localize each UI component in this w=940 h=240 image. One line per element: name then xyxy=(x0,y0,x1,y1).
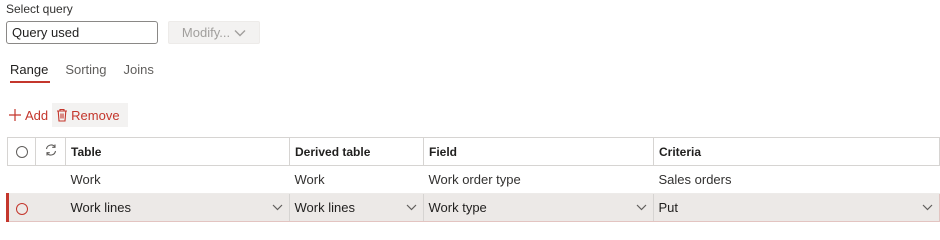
column-header-table[interactable]: Table xyxy=(65,137,290,166)
range-action-bar: Add Remove xyxy=(4,103,128,127)
cell-criteria: Sales orders xyxy=(653,165,940,194)
remove-button[interactable]: Remove xyxy=(52,103,128,127)
tab-range[interactable]: Range xyxy=(10,62,51,83)
table-row-selected[interactable]: Work lines Work lines Work type Put xyxy=(6,193,940,222)
query-used-input[interactable] xyxy=(6,21,158,44)
query-range-panel: Select query Modify... Range Sorting Joi… xyxy=(0,0,940,229)
chevron-down-icon xyxy=(406,204,416,211)
trash-icon xyxy=(57,108,68,122)
derived-table-dropdown-cell[interactable]: Work lines xyxy=(289,193,424,222)
add-button-label: Add xyxy=(25,107,49,123)
range-grid: Table Derived table Field Criteria Work … xyxy=(6,137,940,222)
chevron-down-icon xyxy=(922,204,933,211)
field-dropdown-cell[interactable]: Work type xyxy=(423,193,654,222)
refresh-header[interactable] xyxy=(35,137,66,166)
column-header-criteria[interactable]: Criteria xyxy=(653,137,940,166)
chevron-down-icon xyxy=(272,204,282,211)
radio-icon xyxy=(15,146,28,159)
modify-button[interactable]: Modify... xyxy=(168,21,260,44)
cell-derived-table: Work xyxy=(289,165,424,194)
table-dropdown-cell[interactable]: Work lines xyxy=(65,193,290,222)
chevron-down-icon xyxy=(234,29,246,36)
modify-button-label: Modify... xyxy=(181,25,231,40)
grid-header-row: Table Derived table Field Criteria xyxy=(7,137,940,166)
query-tabs: Range Sorting Joins xyxy=(6,62,171,83)
derived-table-dropdown-value: Work lines xyxy=(294,200,355,215)
tab-joins[interactable]: Joins xyxy=(124,62,154,83)
cell-field: Work order type xyxy=(423,165,654,194)
remove-button-label: Remove xyxy=(71,107,120,123)
radio-icon xyxy=(16,202,29,215)
chevron-down-icon xyxy=(636,204,646,211)
field-dropdown-value: Work type xyxy=(428,200,487,215)
refresh-icon xyxy=(45,144,56,156)
table-row[interactable]: Work Work Work order type Sales orders xyxy=(7,165,940,194)
select-query-label: Select query xyxy=(6,2,73,16)
criteria-dropdown-value: Put xyxy=(658,200,679,215)
criteria-dropdown-cell[interactable]: Put xyxy=(653,193,940,222)
select-all-header[interactable] xyxy=(7,137,36,166)
plus-icon xyxy=(9,109,21,121)
row-select-cell[interactable] xyxy=(6,193,36,222)
cell-table: Work xyxy=(65,165,290,194)
column-header-derived-table[interactable]: Derived table xyxy=(289,137,424,166)
tab-sorting[interactable]: Sorting xyxy=(65,62,106,83)
column-header-field[interactable]: Field xyxy=(423,137,654,166)
table-dropdown-value: Work lines xyxy=(70,200,131,215)
add-button[interactable]: Add xyxy=(4,103,52,127)
